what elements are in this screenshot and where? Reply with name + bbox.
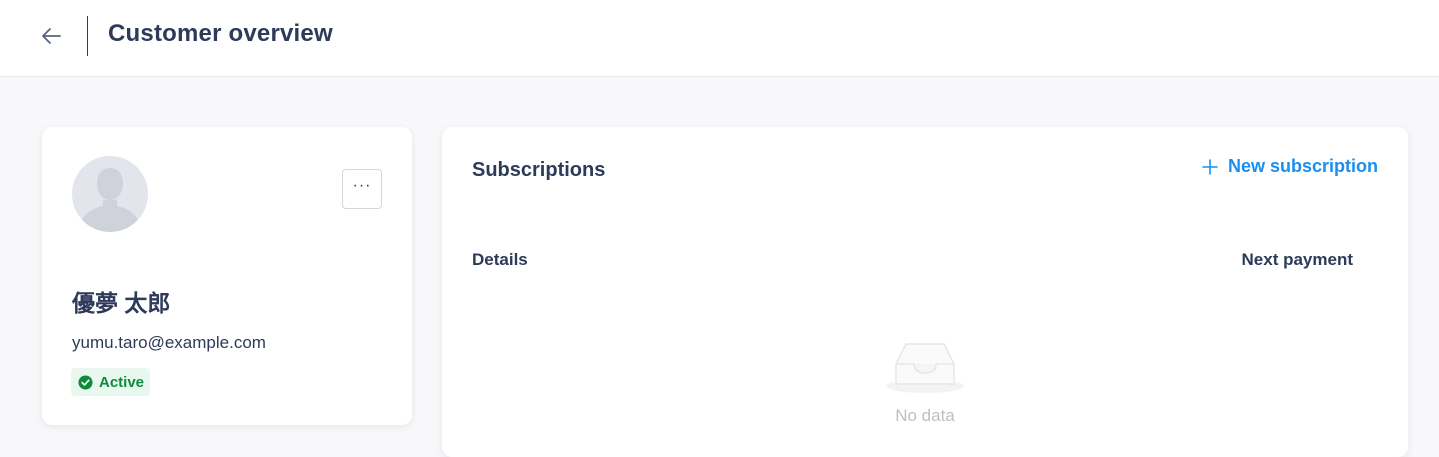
subscriptions-card: Subscriptions New subscription Details N… [442,127,1408,457]
status-badge: Active [71,368,151,396]
back-button[interactable] [36,22,66,50]
column-header-next-payment: Next payment [1241,250,1353,269]
plus-icon [1202,158,1218,175]
customer-email: yumu.taro@example.com [72,333,266,352]
more-options-button[interactable]: ··· [342,169,382,209]
user-silhouette-icon [82,168,138,232]
column-header-details: Details [472,250,528,269]
empty-state-text: No data [895,406,955,425]
new-subscription-label: New subscription [1227,156,1378,176]
page-title: Customer overview [108,20,333,47]
subscriptions-title: Subscriptions [472,159,606,181]
customer-profile-card: ··· 優夢 太郎 yumu.taro@example.com Active [42,127,412,425]
header-divider [87,16,88,56]
avatar [72,156,148,232]
empty-inbox-icon [886,343,964,393]
check-circle-icon [78,374,93,390]
status-label: Active [99,373,145,391]
customer-name: 優夢 太郎 [72,290,171,316]
new-subscription-button[interactable]: New subscription [1202,156,1378,177]
page-header: Customer overview [0,0,1439,77]
arrow-left-icon [42,28,61,44]
